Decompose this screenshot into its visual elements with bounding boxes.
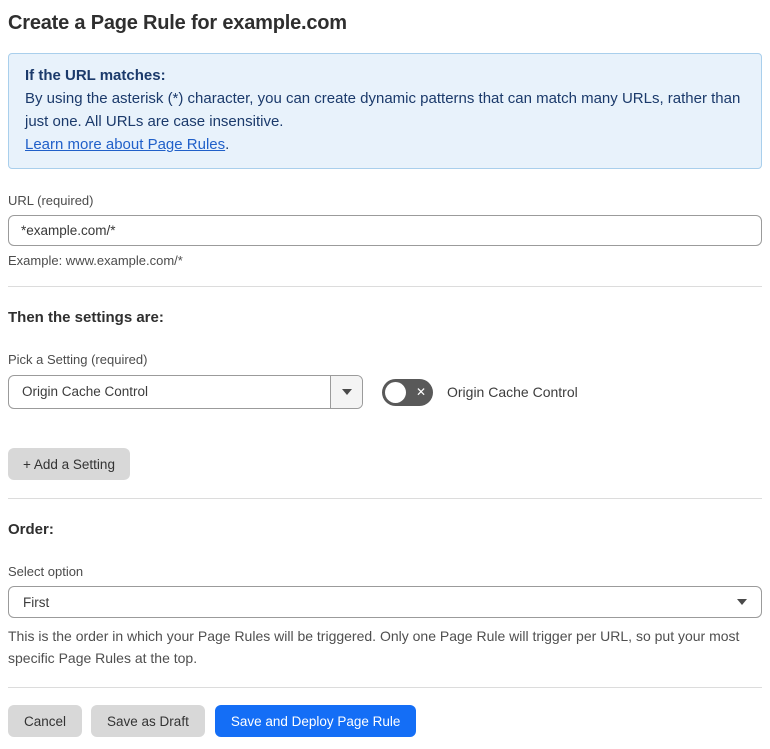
pick-setting-label: Pick a Setting (required) xyxy=(8,352,148,367)
order-help-text: This is the order in which your Page Rul… xyxy=(8,628,740,666)
settings-section-heading: Then the settings are: xyxy=(8,309,164,326)
order-select-value: First xyxy=(23,594,50,610)
section-divider xyxy=(8,498,762,499)
learn-more-link[interactable]: Learn more about Page Rules xyxy=(25,136,225,153)
url-match-info-box: If the URL matches: By using the asteris… xyxy=(8,53,762,169)
setting-select-value: Origin Cache Control xyxy=(22,384,149,399)
origin-cache-control-toggle[interactable]: ✕ xyxy=(382,378,433,406)
section-divider xyxy=(8,286,762,287)
order-section-heading: Order: xyxy=(8,521,54,538)
add-setting-button[interactable]: + Add a Setting xyxy=(8,448,130,480)
info-box-heading: If the URL matches: xyxy=(25,67,166,84)
chevron-down-icon xyxy=(341,389,352,395)
order-select-label: Select option xyxy=(8,564,84,579)
url-label: URL (required) xyxy=(8,193,94,208)
info-box-link-line: Learn more about Page Rules. xyxy=(25,133,745,156)
order-select[interactable]: First xyxy=(8,586,762,618)
setting-select-arrow-button[interactable] xyxy=(330,376,362,408)
footer-divider xyxy=(8,687,762,688)
chevron-down-icon xyxy=(737,599,747,605)
toggle-off-x-icon: ✕ xyxy=(415,385,426,399)
url-field-group: URL (required) Example: www.example.com/… xyxy=(8,193,762,268)
url-input[interactable] xyxy=(8,215,762,246)
url-example-hint: Example: www.example.com/* xyxy=(8,253,183,268)
toggle-label: Origin Cache Control xyxy=(447,384,578,400)
toggle-knob xyxy=(385,381,406,403)
page-title: Create a Page Rule for example.com xyxy=(8,12,347,34)
setting-row: Origin Cache Control ✕ Origin Cache Cont… xyxy=(8,375,762,409)
info-box-body: By using the asterisk (*) character, you… xyxy=(25,90,741,130)
setting-select[interactable]: Origin Cache Control xyxy=(8,375,363,409)
create-page-rule-form: Create a Page Rule for example.com If th… xyxy=(0,0,770,749)
link-suffix-period: . xyxy=(225,136,230,153)
